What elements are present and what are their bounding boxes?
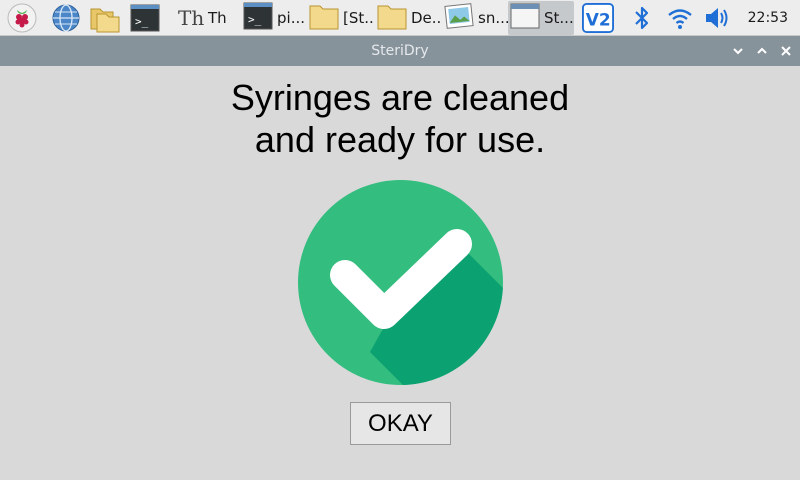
task-label: De...	[411, 9, 442, 27]
window-icon	[510, 2, 540, 34]
dialog-content: Syringes are cleaned and ready for use. …	[0, 66, 800, 480]
maximize-icon[interactable]	[753, 42, 771, 60]
task-label: Th	[208, 9, 227, 27]
status-message-line: and ready for use.	[254, 119, 546, 160]
taskbar: >_ Th Th >_ pi... [St... De...	[0, 0, 800, 36]
svg-text:V2: V2	[586, 10, 611, 30]
file-manager-icon[interactable]	[89, 2, 121, 34]
task-label: [St...	[343, 9, 375, 27]
image-viewer-icon	[444, 2, 474, 34]
svg-text:>_: >_	[135, 15, 149, 28]
svg-text:>_: >_	[248, 13, 262, 26]
globe-icon[interactable]	[50, 2, 82, 34]
wifi-icon[interactable]	[664, 2, 696, 34]
minimize-icon[interactable]	[729, 42, 747, 60]
folder-icon	[309, 2, 339, 34]
task-button-folder[interactable]: De...	[375, 1, 442, 35]
folder-icon	[377, 2, 407, 34]
terminal-icon: >_	[243, 2, 273, 34]
vnc-icon[interactable]: V2	[582, 2, 614, 34]
thonny-icon: Th	[178, 6, 205, 30]
task-button-thonny[interactable]: Th Th	[176, 1, 242, 35]
raspberry-menu-icon[interactable]	[6, 2, 38, 34]
task-button-steridry[interactable]: St...	[508, 1, 574, 35]
task-label: sn...	[478, 9, 508, 27]
task-button-image-viewer[interactable]: sn...	[442, 1, 508, 35]
task-label: pi...	[277, 9, 305, 27]
task-button-terminal[interactable]: >_ pi...	[241, 1, 307, 35]
success-check-icon	[298, 180, 503, 385]
window-titlebar[interactable]: SteriDry	[0, 36, 800, 66]
close-icon[interactable]	[777, 42, 795, 60]
clock: 22:53	[747, 10, 788, 26]
status-message-line: Syringes are cleaned	[230, 77, 570, 118]
task-label: St...	[544, 9, 574, 27]
status-message: Syringes are cleaned and ready for use.	[0, 77, 800, 161]
task-button-folder[interactable]: [St...	[307, 1, 375, 35]
volume-icon[interactable]	[702, 2, 734, 34]
okay-button[interactable]: OKAY	[350, 402, 451, 445]
terminal-launcher-icon[interactable]: >_	[129, 2, 161, 34]
window-title: SteriDry	[371, 43, 429, 59]
bluetooth-icon[interactable]	[626, 2, 658, 34]
